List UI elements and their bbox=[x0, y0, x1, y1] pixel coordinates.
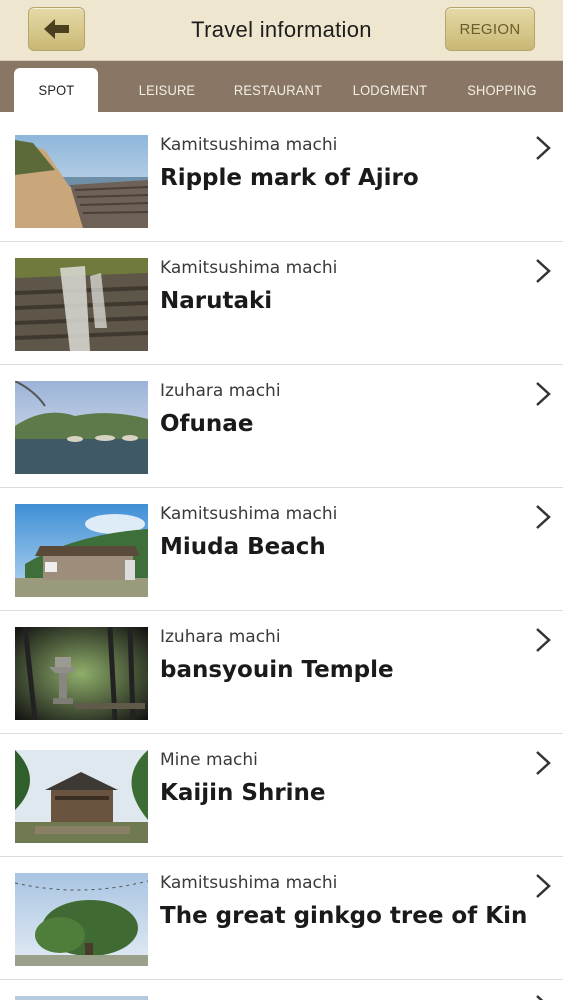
chevron-right-icon bbox=[536, 751, 551, 775]
spot-thumbnail bbox=[15, 381, 148, 474]
region-button[interactable]: REGION bbox=[445, 7, 535, 51]
list-item[interactable]: Kamitsushima machi Narutaki bbox=[0, 241, 563, 365]
spot-thumbnail bbox=[15, 258, 148, 351]
chevron-right-icon bbox=[536, 505, 551, 529]
chevron-right-icon bbox=[536, 259, 551, 283]
spot-thumbnail bbox=[15, 504, 148, 597]
spot-thumbnail bbox=[15, 873, 148, 966]
app-header: Travel information REGION bbox=[0, 0, 563, 61]
spot-name: Miuda Beach bbox=[160, 534, 326, 560]
list-item[interactable]: Kamitsushima machi Miuda Beach bbox=[0, 487, 563, 611]
category-tab-bar: SPOT LEISURE RESTAURANT LODGMENT SHOPPIN… bbox=[0, 61, 563, 112]
list-item[interactable]: Kamitsushima machi Ripple mark of Ajiro bbox=[0, 118, 563, 242]
spot-name: Ripple mark of Ajiro bbox=[160, 165, 419, 191]
spot-thumbnail bbox=[15, 750, 148, 843]
spot-name: bansyouin Temple bbox=[160, 657, 394, 683]
tab-restaurant[interactable]: RESTAURANT bbox=[230, 68, 326, 112]
chevron-right-icon bbox=[536, 995, 544, 1000]
spot-name: Ofunae bbox=[160, 411, 254, 437]
spot-name: Narutaki bbox=[160, 288, 273, 314]
back-arrow-icon bbox=[43, 19, 69, 39]
tab-lodgment[interactable]: LODGMENT bbox=[344, 68, 436, 112]
spot-thumbnail bbox=[15, 996, 148, 1000]
chevron-right-icon bbox=[536, 874, 551, 898]
chevron-right-icon bbox=[536, 136, 551, 160]
back-button[interactable] bbox=[28, 7, 85, 51]
spot-region: Izuhara machi bbox=[160, 627, 281, 647]
spot-name: The great ginkgo tree of Kin bbox=[160, 903, 528, 929]
spot-region: Mine machi bbox=[160, 750, 258, 770]
tab-leisure[interactable]: LEISURE bbox=[126, 68, 209, 112]
tab-shopping[interactable]: SHOPPING bbox=[459, 68, 545, 112]
spot-region: Kamitsushima machi bbox=[160, 504, 338, 524]
chevron-right-icon bbox=[536, 382, 551, 406]
spot-thumbnail bbox=[15, 135, 148, 228]
next-list-item-partial[interactable] bbox=[0, 986, 563, 1000]
spot-region: Kamitsushima machi bbox=[160, 258, 338, 278]
spot-region: Kamitsushima machi bbox=[160, 135, 338, 155]
chevron-right-icon bbox=[536, 628, 551, 652]
list-item[interactable]: Kamitsushima machi The great ginkgo tree… bbox=[0, 856, 563, 980]
spot-region: Izuhara machi bbox=[160, 381, 281, 401]
tab-spot[interactable]: SPOT bbox=[14, 68, 98, 112]
spot-thumbnail bbox=[15, 627, 148, 720]
spot-name: Kaijin Shrine bbox=[160, 780, 326, 806]
spot-region: Kamitsushima machi bbox=[160, 873, 338, 893]
list-item[interactable]: Izuhara machi Ofunae bbox=[0, 364, 563, 488]
list-item[interactable]: Izuhara machi bansyouin Temple bbox=[0, 610, 563, 734]
list-item[interactable]: Mine machi Kaijin Shrine bbox=[0, 733, 563, 857]
